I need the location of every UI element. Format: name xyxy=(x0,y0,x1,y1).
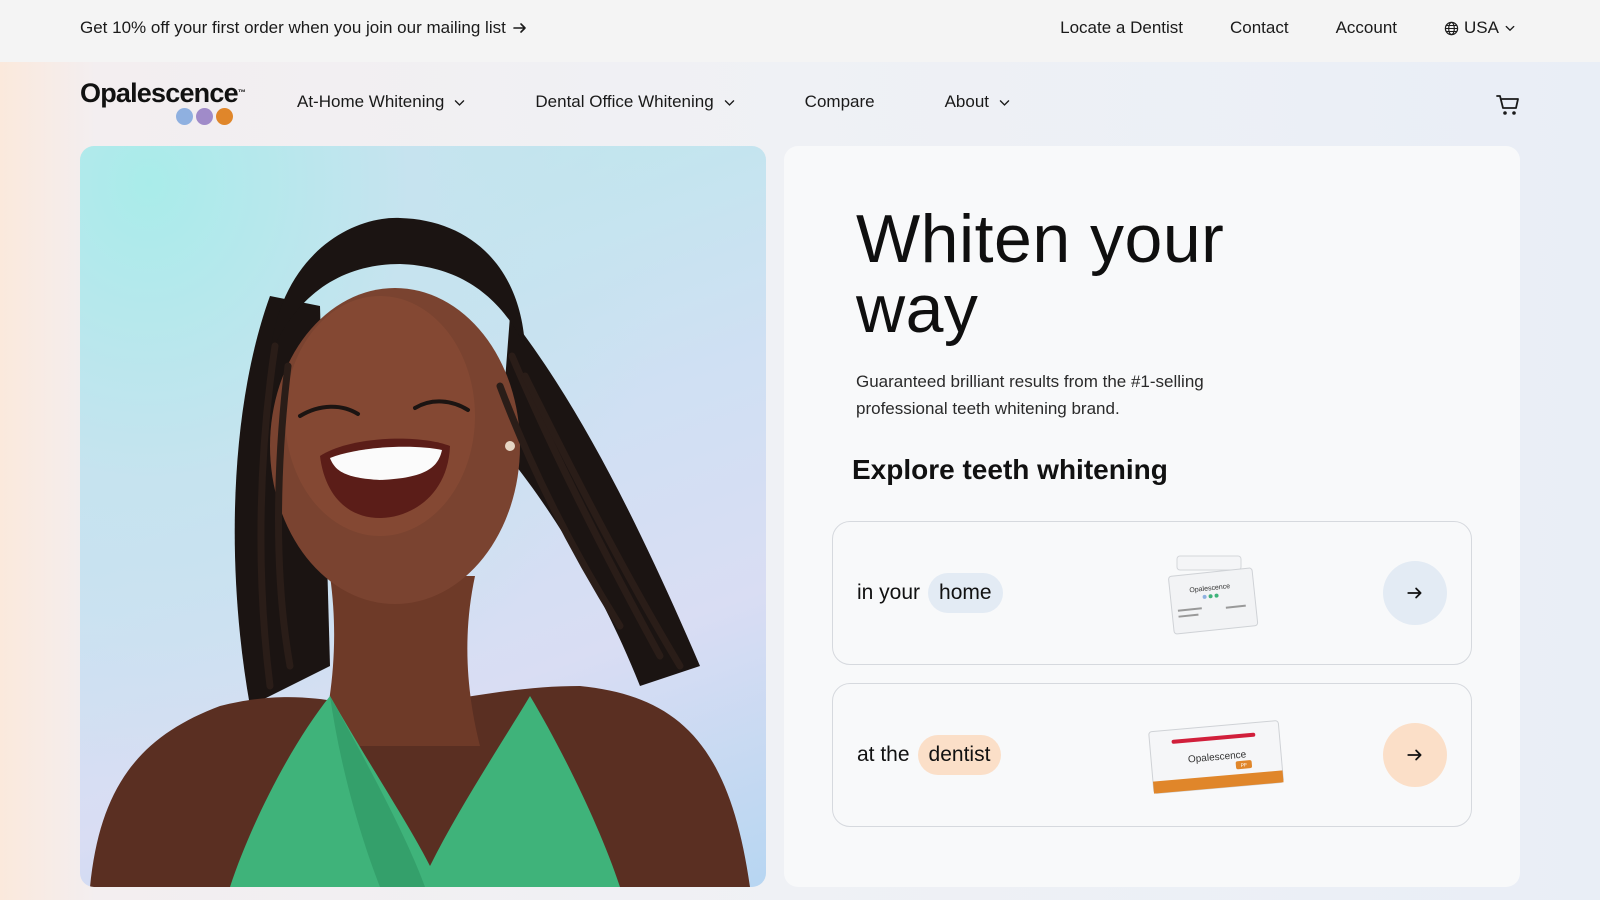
nav-item-dental-office-whitening[interactable]: Dental Office Whitening xyxy=(535,92,735,112)
logo-dot-orange xyxy=(216,108,233,125)
arrow-right-icon xyxy=(1407,749,1422,761)
promo-link[interactable]: Get 10% off your first order when you jo… xyxy=(80,18,528,38)
arrow-right-icon xyxy=(513,23,526,33)
account-link[interactable]: Account xyxy=(1336,18,1397,38)
nav-item-compare[interactable]: Compare xyxy=(805,92,875,112)
brand-logo[interactable]: Opalescence™ xyxy=(80,78,246,130)
hero-subcopy: Guaranteed brilliant results from the #1… xyxy=(856,372,1204,418)
home-prefix: in your xyxy=(857,581,921,604)
dentist-whitening-kit-image: Opalescence PF xyxy=(1148,720,1284,794)
logo-dot-purple xyxy=(196,108,213,125)
nav-item-about[interactable]: About xyxy=(945,92,1011,112)
region-label: USA xyxy=(1464,18,1499,37)
chevron-down-icon xyxy=(1505,25,1515,32)
smiling-woman-illustration xyxy=(90,217,750,887)
brand-tm: ™ xyxy=(237,88,246,97)
locate-dentist-link[interactable]: Locate a Dentist xyxy=(1060,18,1183,38)
promo-text: Get 10% off your first order when you jo… xyxy=(80,18,506,37)
hero-content-card: Whiten your way Guaranteed brilliant res… xyxy=(784,146,1520,887)
chevron-down-icon xyxy=(999,99,1010,106)
nav-item-at-home-whitening[interactable]: At-Home Whitening xyxy=(297,92,466,112)
explore-dentist-card[interactable]: at the dentist Opalescence PF xyxy=(832,683,1472,827)
utility-links: Locate a Dentist Contact Account USA xyxy=(1013,18,1516,38)
nav-menu: At-Home Whitening Dental Office Whitenin… xyxy=(297,92,1011,112)
cart-icon[interactable] xyxy=(1495,92,1521,118)
dentist-prefix: at the xyxy=(857,743,910,766)
home-pill: home xyxy=(928,573,1003,613)
arrow-right-icon xyxy=(1407,587,1422,599)
brand-name: Opalescence xyxy=(80,78,239,108)
main-nav: Opalescence™ At-Home Whitening Dental Of… xyxy=(0,62,1600,146)
home-whitening-box-image: Opalescence xyxy=(1168,555,1259,635)
chevron-down-icon xyxy=(724,99,734,106)
dentist-arrow-button[interactable] xyxy=(1383,723,1447,787)
hero-image xyxy=(80,146,766,887)
explore-home-card[interactable]: in your home Opalescence xyxy=(832,521,1472,665)
globe-icon xyxy=(1444,21,1459,35)
nav-item-label: Compare xyxy=(804,92,875,111)
explore-dentist-label: at the dentist xyxy=(857,735,1002,775)
dentist-pill: dentist xyxy=(917,735,1002,775)
logo-dots xyxy=(176,108,233,125)
explore-home-label: in your home xyxy=(857,573,1003,613)
chevron-down-icon xyxy=(455,99,465,106)
hero-headline: Whiten your way xyxy=(856,201,1225,347)
nav-item-label: About xyxy=(944,92,990,111)
home-arrow-button[interactable] xyxy=(1383,561,1447,625)
region-selector[interactable]: USA xyxy=(1444,18,1516,38)
nav-item-label: At-Home Whitening xyxy=(297,92,445,111)
logo-dot-blue xyxy=(176,108,193,125)
explore-heading: Explore teeth whitening xyxy=(852,454,1168,485)
contact-link[interactable]: Contact xyxy=(1230,18,1289,38)
utility-bar: Get 10% off your first order when you jo… xyxy=(0,0,1600,62)
nav-item-label: Dental Office Whitening xyxy=(535,92,714,111)
dentist-product-badge: PF xyxy=(1241,762,1248,769)
